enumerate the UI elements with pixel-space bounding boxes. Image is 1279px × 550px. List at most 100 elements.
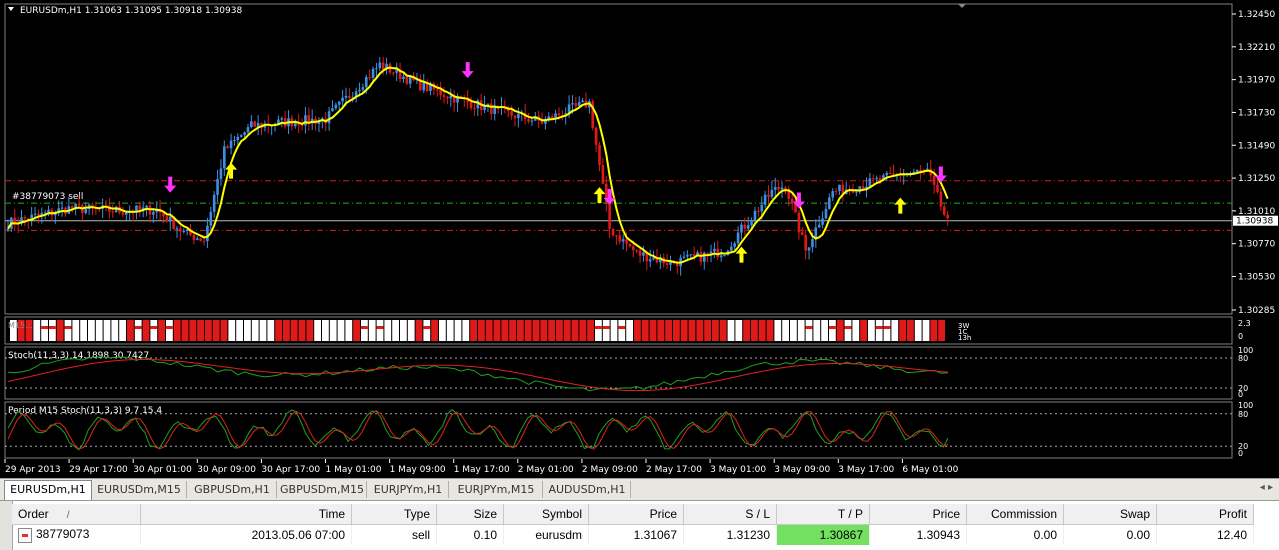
indicator-block [626, 320, 633, 341]
candle-body [753, 210, 757, 221]
stoch1-signal-line [7, 359, 949, 392]
candle-body [574, 103, 578, 106]
indicator-block [587, 320, 594, 341]
swap-cell: 0.00 [1063, 524, 1157, 545]
candle-body [530, 120, 534, 122]
candle-body [598, 144, 601, 166]
candle-body [37, 213, 40, 216]
indicator-block [228, 320, 236, 341]
candle-body [199, 238, 202, 241]
tp-cell: 1.30867 [776, 524, 870, 545]
tab-eurjpym-h1[interactable]: EURJPYm,H1 [368, 481, 449, 498]
tab-eurjpym-m15[interactable]: EURJPYm,M15 [450, 481, 543, 498]
indicator-stripe [41, 326, 48, 329]
time-tick-label: 1 May 17:00 [454, 465, 510, 475]
indicator-block [142, 320, 150, 341]
buy-arrow-icon [593, 187, 606, 204]
type-cell: sell [351, 524, 437, 545]
candle-body [179, 228, 182, 232]
col-commission[interactable]: Commission [966, 504, 1064, 525]
candle-body [719, 255, 723, 258]
col-time[interactable]: Time [140, 504, 352, 525]
indicator-block [72, 320, 80, 341]
candle-body [665, 263, 669, 265]
indicator-block [345, 320, 353, 341]
candle-body [936, 184, 939, 192]
tab-audusdm-h1[interactable]: AUDUSDm,H1 [544, 481, 631, 498]
time-cell: 2013.05.06 07:00 [140, 524, 352, 545]
candle-body [361, 87, 365, 90]
indicator-block [493, 320, 501, 341]
candle-body [804, 234, 807, 251]
col-size[interactable]: Size [436, 504, 504, 525]
tab-scroll-arrows[interactable]: ◂ ▸ [1260, 482, 1273, 493]
indicator-block [298, 320, 306, 341]
tab-eurusdm-h1[interactable]: EURUSDm,H1 [4, 480, 92, 500]
stoch2-tick-0: 0 [1238, 449, 1243, 458]
indicator-block [236, 320, 243, 341]
candle-body [767, 194, 770, 197]
time-tick-label: 29 Apr 17:00 [69, 465, 128, 475]
col-order[interactable]: Order / [12, 504, 141, 525]
indicator-block [56, 320, 64, 341]
col-type[interactable]: Type [351, 504, 437, 525]
indicator-block [556, 320, 563, 341]
indicator-block [758, 320, 766, 341]
candle-body [817, 224, 821, 228]
indicator-block [173, 320, 181, 341]
indicator-stripe [844, 326, 852, 329]
indicator-stripe [883, 326, 891, 329]
tab-eurusdm-m15[interactable]: EURUSDm,M15 [92, 481, 187, 498]
candle-body [942, 206, 946, 215]
indicator-block [657, 320, 665, 341]
candle-body [486, 103, 490, 105]
chart-tabs: EURUSDm,H1 EURUSDm,M15 GBPUSDm,H1 GBPUSD… [0, 478, 1279, 501]
col-price[interactable]: Price [588, 504, 684, 525]
candle-body [615, 235, 618, 237]
candle-body [682, 256, 686, 258]
order-row[interactable]: 38779073 2013.05.06 07:00 sell 0.10 euru… [12, 524, 1254, 545]
candle-body [875, 178, 878, 180]
col-profit[interactable]: Profit [1156, 504, 1254, 525]
indicator-block [485, 320, 493, 341]
price-chart[interactable]: 1.32450 1.32210 1.31970 1.31730 1.31490 1.312… [0, 0, 1279, 478]
col-swap[interactable]: Swap [1063, 504, 1157, 525]
indicator-block [80, 320, 87, 341]
indicator-block [548, 320, 555, 341]
indicator-block [790, 320, 797, 341]
indicator-block [423, 320, 431, 341]
indicator-block [813, 320, 821, 341]
tab-gbpusdm-h1[interactable]: GBPUSDm,H1 [188, 481, 277, 498]
stoch2-label: Period M15 Stoch(11,3,3) 9.7 15.4 [8, 406, 162, 416]
chart-window[interactable]: 1.32450 1.32210 1.31970 1.31730 1.31490 1.312… [0, 0, 1279, 478]
candle-body [253, 121, 257, 127]
time-tick-label: 1 May 09:00 [390, 465, 446, 475]
indicator-block [688, 320, 696, 341]
stoch1-pane-frame [4, 346, 1233, 400]
tab-gbpusdm-m15[interactable]: GBPUSDm,M15 [278, 481, 367, 498]
candle-body [449, 95, 453, 99]
indicator-block [641, 320, 649, 341]
indicator-block [376, 320, 384, 341]
col-sl[interactable]: S / L [683, 504, 777, 525]
time-tick-label: 3 May 09:00 [774, 465, 830, 475]
candle-body [473, 108, 476, 110]
time-tick-label: 30 Apr 01:00 [133, 465, 192, 475]
candle-body [939, 191, 943, 207]
stoch2-tick-80: 80 [1238, 410, 1248, 419]
col-symbol[interactable]: Symbol [503, 504, 589, 525]
orders-table: Order / Time Type Size Symbol Price S / L… [12, 504, 1254, 545]
price-tick-label: 1.31490 [1238, 141, 1275, 151]
indicator-block [462, 320, 470, 341]
time-tick-label: 30 Apr 17:00 [261, 465, 320, 475]
candle-body [513, 115, 517, 119]
candle-body [327, 111, 331, 124]
time-tick-label: 2 May 17:00 [646, 465, 702, 475]
stoch2-pane-frame [4, 401, 1233, 459]
indicator-block [205, 320, 212, 341]
candle-body [490, 103, 493, 114]
col-tp[interactable]: T / P [776, 504, 870, 525]
col-current-price[interactable]: Price [869, 504, 967, 525]
indicator-block [220, 320, 228, 341]
indicator-block [805, 320, 813, 341]
